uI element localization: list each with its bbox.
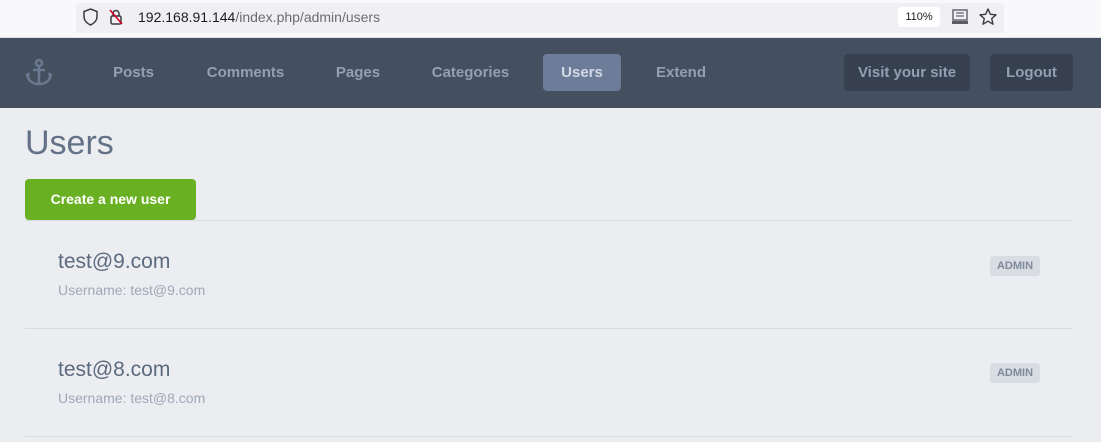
bookmark-star-icon[interactable]	[978, 7, 998, 32]
shield-icon[interactable]	[82, 8, 99, 31]
page-title: Users	[25, 124, 114, 162]
user-display-name[interactable]: test@8.com	[58, 358, 170, 382]
nav-posts[interactable]: Posts	[100, 54, 167, 91]
divider	[25, 328, 1073, 329]
user-username: Username: test@9.com	[58, 282, 206, 298]
divider	[25, 436, 1073, 437]
nav-users[interactable]: Users	[543, 54, 621, 91]
insecure-lock-icon[interactable]	[108, 8, 124, 31]
zoom-level[interactable]: 110%	[898, 7, 940, 27]
role-badge: ADMIN	[990, 256, 1040, 276]
nav-categories[interactable]: Categories	[420, 54, 521, 91]
nav-pages[interactable]: Pages	[324, 54, 392, 91]
divider	[25, 220, 1073, 221]
browser-toolbar: 192.168.91.144/index.php/admin/users 110…	[0, 0, 1101, 38]
reader-view-icon[interactable]	[951, 9, 969, 30]
url-text[interactable]: 192.168.91.144/index.php/admin/users	[138, 9, 380, 25]
nav-comments[interactable]: Comments	[195, 54, 296, 91]
visit-site-button[interactable]: Visit your site	[844, 54, 970, 91]
url-host: 192.168.91.144	[138, 9, 236, 25]
user-username: Username: test@8.com	[58, 390, 206, 406]
anchor-logo-icon[interactable]	[24, 58, 54, 93]
role-badge: ADMIN	[990, 363, 1040, 383]
create-user-button[interactable]: Create a new user	[25, 179, 196, 220]
user-display-name[interactable]: test@9.com	[58, 250, 170, 274]
url-path: /index.php/admin/users	[235, 9, 381, 25]
nav-extend[interactable]: Extend	[643, 54, 719, 91]
admin-navbar: Posts Comments Pages Categories Users Ex…	[0, 38, 1101, 108]
logout-button[interactable]: Logout	[990, 54, 1073, 91]
